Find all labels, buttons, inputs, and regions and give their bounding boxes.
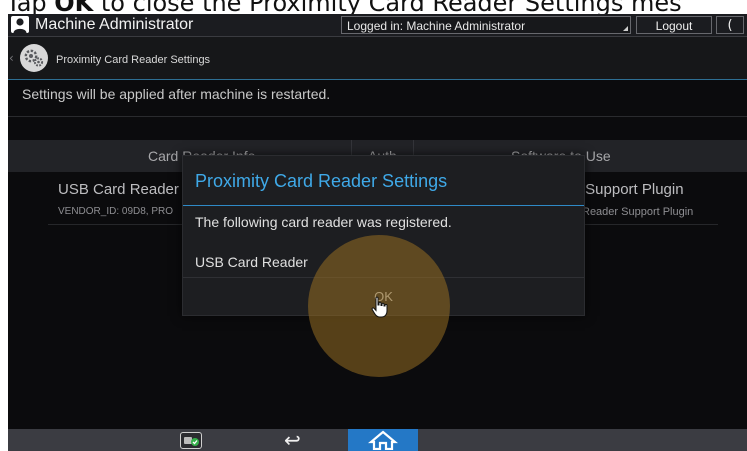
- back-chevron-icon[interactable]: ‹: [9, 51, 14, 65]
- home-button[interactable]: [348, 429, 418, 451]
- software-name: r Support Plugin: [576, 181, 684, 198]
- restart-notice: Settings will be applied after machine i…: [22, 86, 331, 102]
- reader-name: USB Card Reader: [58, 181, 179, 198]
- bottom-bar: ↩: [8, 429, 747, 451]
- user-icon: [11, 16, 29, 33]
- device-screen: Machine Administrator Logged in: Machine…: [8, 14, 747, 451]
- login-status-box[interactable]: Logged in: Machine Administrator: [341, 16, 631, 34]
- software-subtext: Reader Support Plugin: [582, 206, 694, 218]
- home-icon: [368, 430, 398, 450]
- login-status-text: Logged in: Machine Administrator: [347, 19, 526, 33]
- divider: [8, 116, 747, 117]
- back-arrow-icon[interactable]: ↩: [284, 429, 301, 451]
- dialog-title-divider: [183, 205, 584, 206]
- logout-button[interactable]: Logout: [636, 16, 712, 34]
- user-name: Machine Administrator: [35, 16, 194, 33]
- corner-triangle-icon: [623, 26, 628, 31]
- dialog-title: Proximity Card Reader Settings: [195, 171, 448, 191]
- hand-cursor-icon: [371, 296, 389, 318]
- top-bar: Machine Administrator Logged in: Machine…: [8, 14, 747, 37]
- dialog-reader-name: USB Card Reader: [195, 254, 308, 270]
- screen-header: ‹ Proximity Card Reader Settings: [8, 37, 747, 80]
- dialog-message: The following card reader was registered…: [195, 214, 452, 230]
- reader-vendor: VENDOR_ID: 09D8, PRO: [58, 206, 174, 217]
- sd-card-icon[interactable]: [180, 432, 202, 449]
- moon-icon[interactable]: (: [716, 16, 744, 34]
- page-title: Proximity Card Reader Settings: [56, 54, 211, 66]
- gear-icon: [20, 44, 48, 72]
